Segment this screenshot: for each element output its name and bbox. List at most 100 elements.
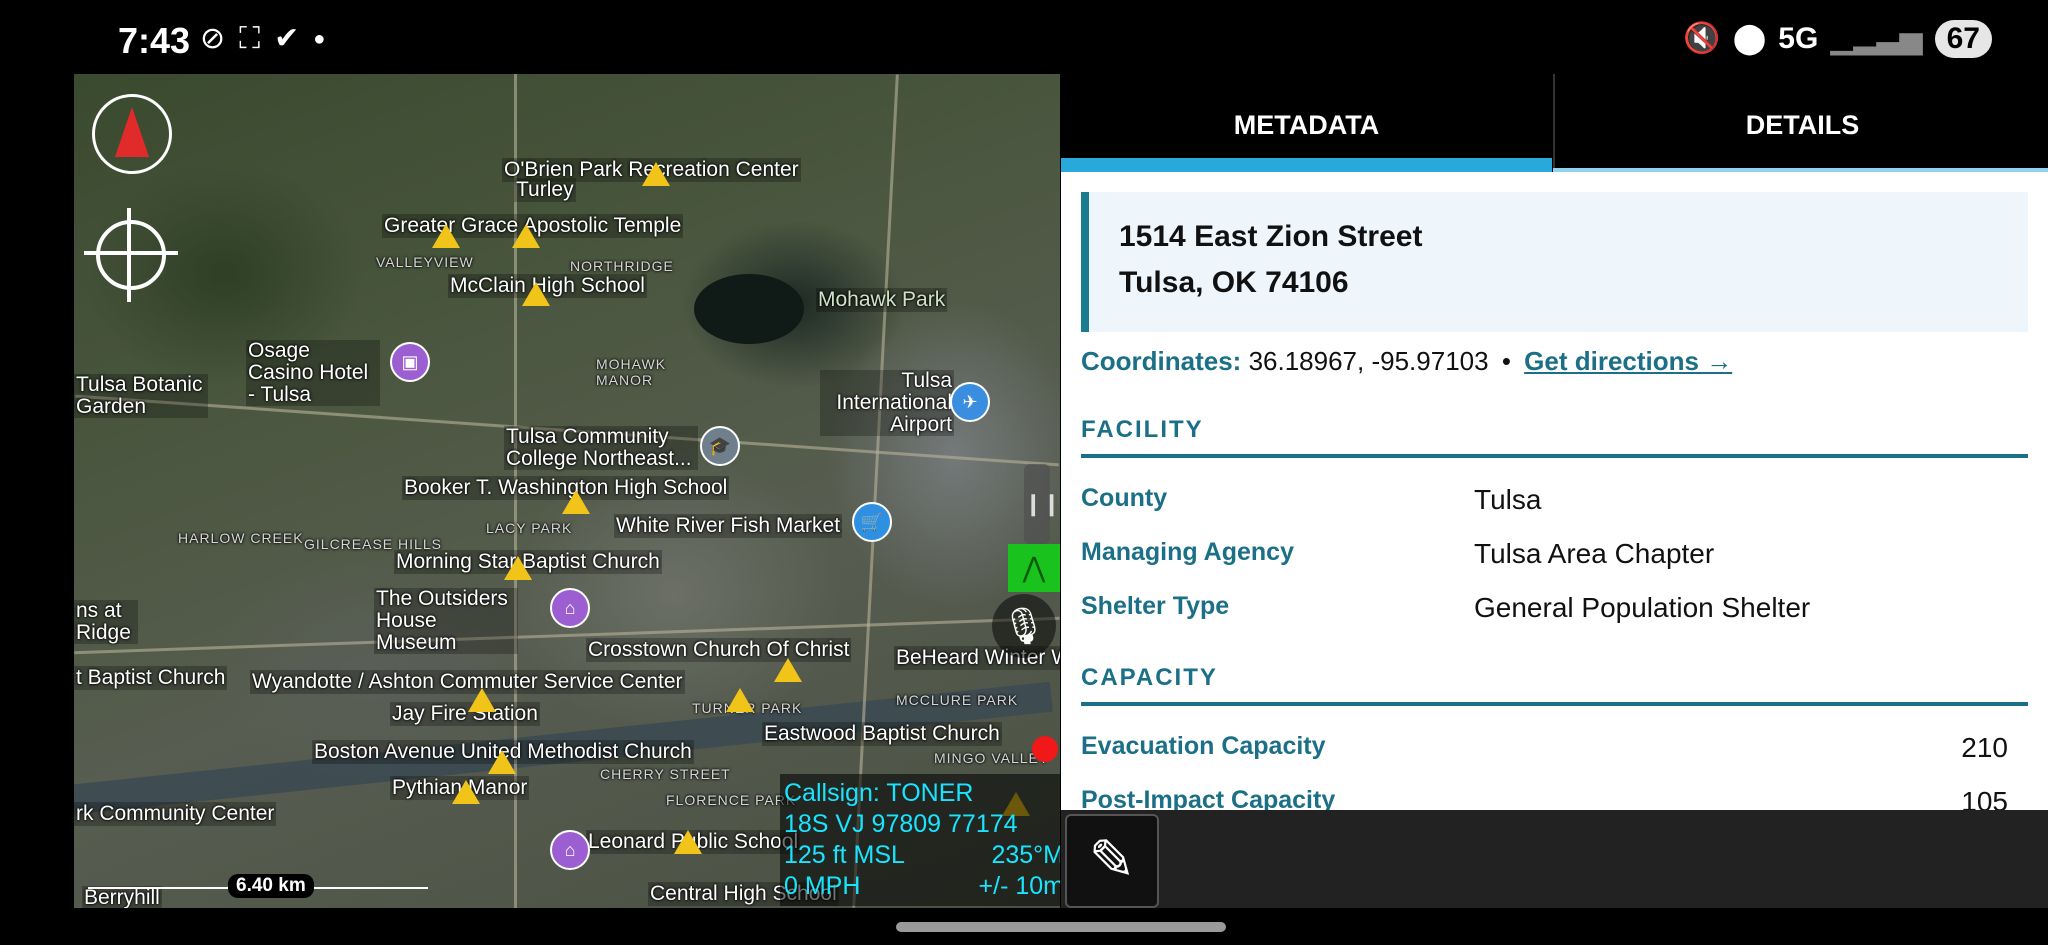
map-label[interactable]: Tulsa Botanic Garden bbox=[74, 374, 208, 418]
hud-grid: 18S VJ 97809 77174 bbox=[784, 810, 1018, 838]
casino-poi-icon[interactable]: ▣ bbox=[390, 342, 430, 382]
map-label[interactable]: Osage Casino Hotel - Tulsa bbox=[246, 340, 380, 406]
location-icon: ⬤ bbox=[1732, 22, 1767, 55]
college-poi-icon[interactable]: 🎓 bbox=[700, 426, 740, 466]
coordinates-label: Coordinates: bbox=[1081, 346, 1242, 376]
map-label: Mohawk Park bbox=[816, 288, 948, 312]
bottom-toolbar: ✎ bbox=[1061, 810, 2048, 908]
warning-poi-icon[interactable] bbox=[504, 556, 532, 580]
warning-poi-icon[interactable] bbox=[432, 224, 460, 248]
panel-resize-handle[interactable]: ❙❙ bbox=[1024, 464, 1060, 544]
hud-callsign: Callsign: TONER bbox=[784, 779, 974, 807]
coordinates-separator: • bbox=[1501, 346, 1511, 376]
map-view[interactable]: O'Brien Park Recreation Center Turley Gr… bbox=[74, 74, 1060, 908]
facility-key: County bbox=[1081, 484, 1168, 512]
warning-poi-icon[interactable] bbox=[642, 162, 670, 186]
microphone-button[interactable]: 🎙 bbox=[992, 594, 1056, 658]
airport-poi-icon[interactable]: ✈ bbox=[950, 382, 990, 422]
facility-value: Tulsa bbox=[1474, 484, 1542, 515]
hud-altitude: 125 ft MSL bbox=[784, 841, 905, 869]
self-marker-icon[interactable] bbox=[1032, 736, 1058, 762]
map-label[interactable]: ns at Ridge bbox=[74, 600, 138, 644]
map-label: HARLOW CREEK bbox=[178, 530, 304, 546]
map-label: MCCLURE PARK bbox=[896, 692, 1019, 708]
map-label[interactable]: Tulsa Community College Northeast... bbox=[504, 426, 698, 470]
dot-icon: ● bbox=[313, 28, 326, 50]
capacity-value: 210 bbox=[1961, 732, 2008, 763]
layers-toggle-icon[interactable]: ⋀ bbox=[1008, 544, 1060, 592]
warning-poi-icon[interactable] bbox=[488, 750, 516, 774]
hud-heading: 235°M bbox=[991, 841, 1060, 869]
capacity-value: 105 bbox=[1961, 786, 2008, 810]
facility-value: General Population Shelter bbox=[1474, 592, 1811, 623]
map-label[interactable]: Jay Fire Station bbox=[390, 702, 540, 726]
map-label[interactable]: The Outsiders House Museum bbox=[374, 588, 518, 654]
locate-me-button[interactable] bbox=[84, 208, 178, 302]
panel-tabs: METADATA DETAILS bbox=[1061, 74, 2048, 172]
compass-button[interactable] bbox=[92, 94, 172, 174]
map-scale-bar: 6.40 km bbox=[88, 874, 428, 902]
status-left-icons: ⊘ ⛶ ✔ ● bbox=[200, 22, 325, 56]
lake bbox=[694, 274, 804, 344]
map-label: FLORENCE PARK bbox=[666, 792, 797, 808]
edit-pencil-button[interactable]: ✎ bbox=[1065, 814, 1159, 908]
status-bar: 7:43 ⊘ ⛶ ✔ ● 🔇 ⬤ 5G ▁▂▃▅ 67 bbox=[0, 0, 2048, 74]
facility-value: Tulsa Area Chapter bbox=[1474, 538, 1715, 569]
map-label[interactable]: Crosstown Church Of Christ bbox=[586, 638, 852, 662]
warning-poi-icon[interactable] bbox=[468, 688, 496, 712]
hud-row: 0 MPH +/- 10m bbox=[784, 871, 1060, 902]
facility-key: Shelter Type bbox=[1081, 592, 1230, 620]
school-poi-icon[interactable]: ⌂ bbox=[550, 830, 590, 870]
section-facility-title: FACILITY bbox=[1081, 416, 2028, 458]
map-label: CHERRY STREET bbox=[600, 766, 731, 782]
address-line-2: Tulsa, OK 74106 bbox=[1119, 266, 1349, 299]
tab-details[interactable]: DETAILS bbox=[1553, 74, 2048, 172]
screenshot-icon: ⛶ bbox=[239, 22, 261, 55]
hud-speed: 0 MPH bbox=[784, 872, 861, 900]
map-label[interactable]: Eastwood Baptist Church bbox=[762, 722, 1002, 746]
hud-accuracy: +/- 10m bbox=[978, 872, 1060, 900]
address-card: 1514 East Zion Street Tulsa, OK 74106 bbox=[1081, 192, 2028, 332]
address-line-1: 1514 East Zion Street bbox=[1119, 220, 1423, 253]
map-label[interactable]: rk Community Center bbox=[74, 802, 277, 826]
warning-poi-icon[interactable] bbox=[512, 224, 540, 248]
warning-poi-icon[interactable] bbox=[674, 830, 702, 854]
section-capacity-title: CAPACITY bbox=[1081, 664, 2028, 706]
active-tab-indicator bbox=[1061, 158, 1552, 172]
capacity-key: Evacuation Capacity bbox=[1081, 732, 1326, 760]
map-label[interactable]: White River Fish Market bbox=[614, 514, 843, 538]
details-panel: METADATA DETAILS 1514 East Zion Street T… bbox=[1061, 74, 2048, 810]
home-gesture-bar[interactable] bbox=[896, 922, 1226, 932]
warning-poi-icon[interactable] bbox=[452, 780, 480, 804]
status-right-icons: 🔇 ⬤ 5G ▁▂▃▅ 67 bbox=[1683, 20, 1992, 58]
map-label: MOHAWK MANOR bbox=[596, 356, 667, 388]
battery-indicator: 67 bbox=[1934, 20, 1992, 58]
warning-poi-icon[interactable] bbox=[774, 658, 802, 682]
signal-icon: ▁▂▃▅ bbox=[1830, 22, 1923, 55]
hud-row: 125 ft MSL 235°M bbox=[784, 840, 1060, 871]
get-directions-link[interactable]: Get directions → bbox=[1524, 346, 1732, 376]
position-hud: Callsign: TONER 18S VJ 97809 77174 125 f… bbox=[780, 774, 1060, 906]
coordinates-value: 36.18967, -95.97103 bbox=[1248, 346, 1489, 376]
warning-poi-icon[interactable] bbox=[522, 282, 550, 306]
warning-poi-icon[interactable] bbox=[726, 688, 754, 712]
map-label[interactable]: t Baptist Church bbox=[74, 666, 228, 690]
market-poi-icon[interactable]: 🛒 bbox=[852, 502, 892, 542]
status-time: 7:43 bbox=[118, 20, 191, 61]
check-icon: ✔ bbox=[274, 22, 300, 55]
scale-label: 6.40 km bbox=[228, 874, 314, 898]
compass-arrow-icon bbox=[115, 107, 149, 157]
map-label: VALLEYVIEW bbox=[376, 254, 474, 270]
cast-off-icon: ⊘ bbox=[200, 22, 226, 55]
capacity-key: Post-Impact Capacity bbox=[1081, 786, 1336, 810]
map-label: NORTHRIDGE bbox=[570, 258, 674, 274]
mute-icon: 🔇 bbox=[1683, 22, 1721, 55]
facility-key: Managing Agency bbox=[1081, 538, 1294, 566]
network-type: 5G bbox=[1778, 22, 1819, 55]
museum-poi-icon[interactable]: ⌂ bbox=[550, 588, 590, 628]
map-label[interactable]: Tulsa International Airport bbox=[820, 370, 954, 436]
coordinates-row: Coordinates: 36.18967, -95.97103 • Get d… bbox=[1081, 346, 1732, 377]
map-label: Turley bbox=[514, 178, 576, 202]
warning-poi-icon[interactable] bbox=[562, 490, 590, 514]
tab-divider bbox=[1553, 168, 2048, 172]
